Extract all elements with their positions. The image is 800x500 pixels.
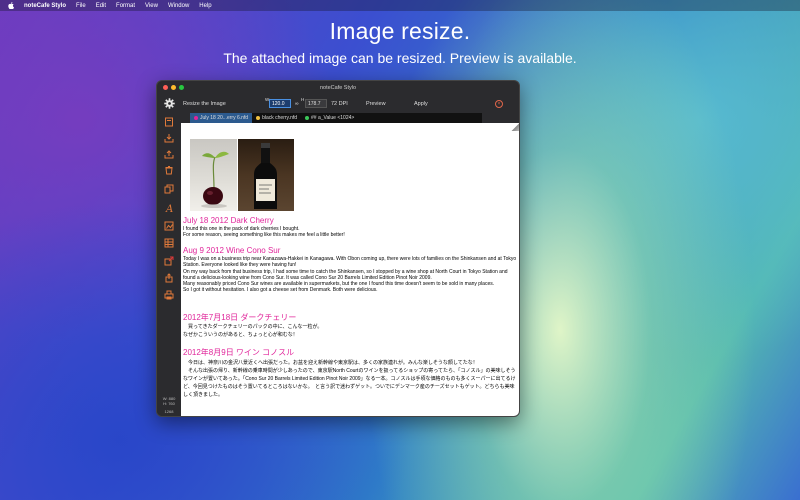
promo-subline: The attached image can be resized. Previ… [223,50,577,66]
cherry-photo[interactable] [190,139,237,211]
copy-icon[interactable] [164,184,174,194]
minimize-window-button[interactable] [171,85,176,90]
wine-bottle-photo[interactable] [238,139,294,211]
tool-sidebar: A W: 880 H: 760 1268 [157,113,181,416]
table-icon[interactable] [164,238,174,248]
tab-july-cherry[interactable]: July 18 20...erry 6.nfd [190,113,253,123]
app-window: noteCafe Stylo Resize the Image W ∞ H 72… [156,80,520,417]
resize-label: Resize the Image [183,101,226,107]
entry-body: Today I was on a business trip near Kana… [183,256,517,294]
resize-toolbar: Resize the Image W ∞ H 72 DPI Preview Ap… [157,95,519,113]
gear-icon[interactable] [164,98,175,109]
svg-text:A: A [165,204,173,213]
tab-label: ## a_Value <1024> [311,115,355,121]
menu-window[interactable]: Window [168,3,189,9]
dpi-label: 72 DPI [331,101,348,107]
import-icon[interactable] [164,133,174,143]
apply-button[interactable]: Apply [414,101,428,107]
close-window-button[interactable] [163,85,168,90]
window-title: noteCafe Stylo [319,85,357,91]
menu-file[interactable]: File [76,3,86,9]
tab-label: July 18 20...erry 6.nfd [200,115,249,121]
entry-heading: Aug 9 2012 Wine Cono Sur [183,246,281,255]
menu-edit[interactable]: Edit [96,3,106,9]
trash-icon[interactable] [164,165,174,175]
print-icon[interactable] [164,290,174,300]
zoom-window-button[interactable] [179,85,184,90]
entry-heading: July 18 2012 Dark Cherry [183,216,274,225]
menu-view[interactable]: View [145,3,158,9]
document-tabs: July 18 20...erry 6.nfd black cherry.nfd… [190,113,482,123]
tab-label: black cherry.nfd [262,115,298,121]
tab-color-dot [256,116,261,120]
apple-icon[interactable] [8,2,14,9]
width-input[interactable] [269,99,291,108]
export-icon[interactable] [164,149,174,159]
entry-heading: 2012年8月9日 ワイン コノスル [183,348,295,357]
tab-black-cherry[interactable]: black cherry.nfd [252,113,301,123]
menu-bar: noteCafe Stylo File Edit Format View Win… [0,0,800,11]
height-label: H [301,97,305,102]
title-bar[interactable]: noteCafe Stylo [157,81,519,95]
preview-button[interactable]: Preview [366,101,386,107]
menu-help[interactable]: Help [199,3,211,9]
notebook-icon[interactable] [164,117,174,127]
document-area[interactable]: July 18 2012 Dark Cherry I found this on… [181,123,519,416]
height-input[interactable] [305,99,327,108]
promo-headline: Image resize. [329,18,471,44]
window-controls [163,85,184,90]
tab-a-value[interactable]: ## a_Value <1024> [301,113,358,123]
entry-body: 今日は、神奈川の金沢八景近くへ出張だった。お盆を迎え新幹線や東京駅は、多くの家族… [183,360,516,398]
tab-color-dot [305,116,310,120]
menu-app-name[interactable]: noteCafe Stylo [24,3,66,9]
upload-icon[interactable] [164,273,174,283]
page-curl [511,123,519,131]
menu-format[interactable]: Format [116,3,135,9]
entry-body: I found this one in the pack of dark che… [183,226,345,239]
status-size: 1268 [164,409,174,414]
font-icon[interactable]: A [164,203,174,213]
tab-color-dot [194,116,198,120]
chart-icon[interactable] [164,221,174,231]
entry-heading: 2012年7月18日 ダークチェリー [183,313,297,322]
entry-body: 買ってきたダークチェリーのパックの中に、こんな一粒が。 なぜかこういうのがあると… [183,324,323,338]
aspect-link-icon[interactable]: ∞ [295,101,299,107]
close-resize-icon[interactable]: × [495,100,503,108]
status-height: H: 760 [163,401,175,406]
share-icon[interactable] [164,256,174,266]
